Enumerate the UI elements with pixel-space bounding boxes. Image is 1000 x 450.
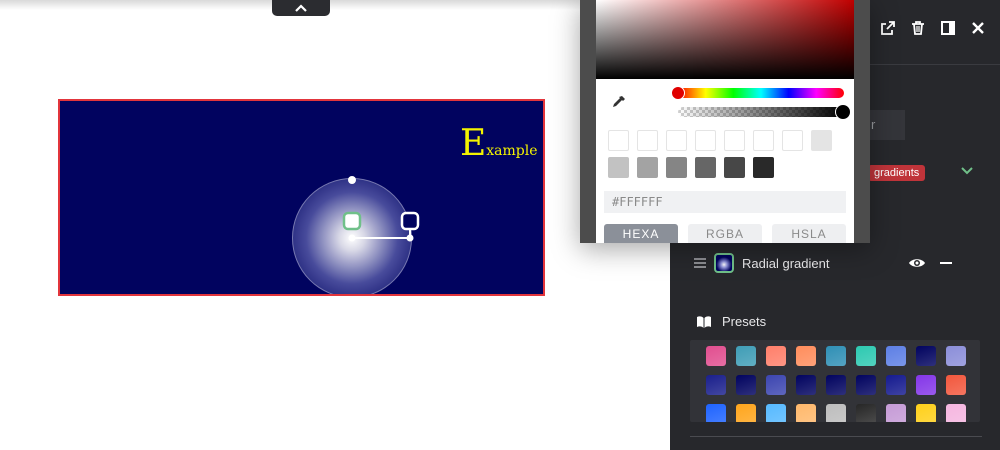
preset-swatch[interactable] [766, 375, 786, 395]
preset-swatch[interactable] [736, 375, 756, 395]
panel-toolbar [880, 20, 986, 36]
axis-end-dot [406, 234, 414, 242]
mode-tab-hexa[interactable]: HEXA [604, 224, 678, 243]
hex-input[interactable] [604, 191, 846, 213]
chevron-up-icon [295, 4, 307, 12]
saturation-area[interactable] [596, 0, 854, 79]
preset-swatch[interactable] [796, 404, 816, 422]
preset-swatch[interactable] [736, 404, 756, 422]
color-swatch[interactable] [608, 157, 629, 178]
color-picker-popup: HEXA RGBA HSLA [580, 0, 870, 243]
alpha-slider[interactable] [678, 107, 844, 117]
eye-icon[interactable] [908, 256, 926, 270]
color-swatch[interactable] [782, 130, 803, 151]
color-swatch[interactable] [695, 130, 716, 151]
preset-swatch[interactable] [856, 404, 876, 422]
preset-swatch[interactable] [706, 404, 726, 422]
remove-layer-icon[interactable] [940, 262, 952, 264]
collapse-toolbar-button[interactable] [272, 0, 330, 16]
preset-grid [690, 340, 980, 422]
gradient-handles[interactable] [60, 101, 545, 296]
preset-swatch[interactable] [826, 375, 846, 395]
hue-slider[interactable] [678, 88, 844, 98]
color-swatch[interactable] [666, 157, 687, 178]
preset-swatch[interactable] [886, 375, 906, 395]
preset-swatch[interactable] [916, 375, 936, 395]
preset-swatch[interactable] [736, 346, 756, 366]
trash-icon[interactable] [910, 20, 926, 36]
color-swatch[interactable] [695, 157, 716, 178]
presets-label: Presets [722, 314, 767, 329]
color-swatch[interactable] [637, 157, 658, 178]
color-stop-handle-active [342, 211, 362, 231]
close-icon[interactable] [970, 20, 986, 36]
presets-header: Presets [696, 314, 766, 329]
preset-swatch[interactable] [796, 346, 816, 366]
color-swatch[interactable] [753, 157, 774, 178]
color-picker-body: HEXA RGBA HSLA [596, 0, 854, 243]
radius-handle [348, 176, 356, 184]
color-swatch[interactable] [666, 130, 687, 151]
preset-swatch[interactable] [916, 346, 936, 366]
color-swatch[interactable] [724, 130, 745, 151]
layer-row[interactable]: Radial gradient [694, 250, 984, 276]
gradients-badge: gradients [868, 165, 926, 181]
sidebar-toggle-icon[interactable] [940, 20, 956, 36]
preset-swatch[interactable] [946, 346, 966, 366]
chevron-down-icon[interactable] [960, 165, 974, 175]
preset-swatch[interactable] [946, 375, 966, 395]
color-swatch[interactable] [753, 130, 774, 151]
layer-label: Radial gradient [742, 255, 830, 271]
canvas-element[interactable]: Example [58, 99, 545, 296]
alpha-slider-knob[interactable] [835, 104, 851, 120]
top-shadow [0, 0, 680, 10]
book-icon [697, 315, 711, 328]
preset-swatch[interactable] [766, 346, 786, 366]
color-swatch[interactable] [608, 130, 629, 151]
preset-swatch[interactable] [766, 404, 786, 422]
mode-tab-hsla[interactable]: HSLA [772, 224, 846, 243]
hue-slider-knob[interactable] [671, 86, 685, 100]
preset-swatch[interactable] [706, 375, 726, 395]
preset-swatch[interactable] [946, 404, 966, 422]
preset-swatch[interactable] [706, 346, 726, 366]
preset-swatch[interactable] [856, 346, 876, 366]
preset-swatch[interactable] [886, 346, 906, 366]
eyedropper-icon[interactable] [610, 95, 626, 111]
preset-swatch[interactable] [916, 404, 936, 422]
color-swatch[interactable] [724, 157, 745, 178]
open-external-icon[interactable] [880, 20, 896, 36]
color-mode-tabs: HEXA RGBA HSLA [604, 224, 846, 243]
preset-swatch[interactable] [826, 404, 846, 422]
color-swatch[interactable] [811, 130, 832, 151]
layer-swatch[interactable] [714, 253, 734, 273]
preset-swatch[interactable] [796, 375, 816, 395]
color-stop-handle [400, 211, 420, 231]
axis-start-dot [348, 234, 356, 242]
preset-swatch[interactable] [856, 375, 876, 395]
color-swatch[interactable] [637, 130, 658, 151]
preset-swatch[interactable] [886, 404, 906, 422]
panel-bottom-divider [690, 436, 982, 437]
panel-tab[interactable]: r [865, 110, 905, 140]
preset-swatch[interactable] [826, 346, 846, 366]
mode-tab-rgba[interactable]: RGBA [688, 224, 762, 243]
drag-handle-icon[interactable] [694, 257, 706, 269]
